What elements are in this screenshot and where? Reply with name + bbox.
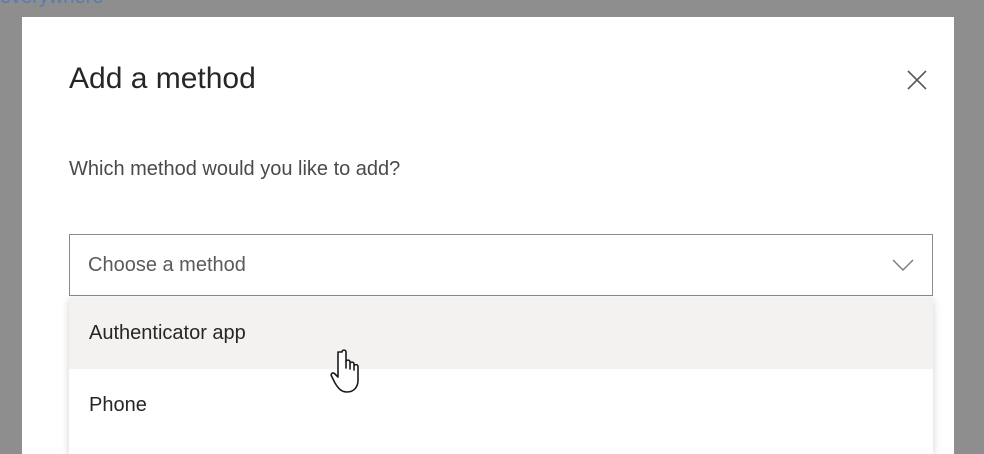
chevron-down-icon	[892, 259, 914, 271]
option-authenticator-app[interactable]: Authenticator app	[69, 297, 933, 369]
option-label: Phone	[89, 394, 147, 416]
dialog-title: Add a method	[69, 62, 256, 95]
method-prompt: Which method would you like to add?	[69, 158, 401, 180]
select-placeholder: Choose a method	[88, 254, 246, 276]
add-method-dialog: Add a method Which method would you like…	[22, 17, 954, 454]
option-label: Authenticator app	[89, 322, 246, 344]
method-select[interactable]: Choose a method	[69, 234, 933, 296]
method-dropdown-list: Authenticator app Phone	[69, 297, 933, 454]
close-icon	[907, 70, 927, 90]
background-link: everywhere	[0, 0, 103, 9]
option-phone[interactable]: Phone	[69, 369, 933, 441]
close-button[interactable]	[902, 65, 932, 95]
